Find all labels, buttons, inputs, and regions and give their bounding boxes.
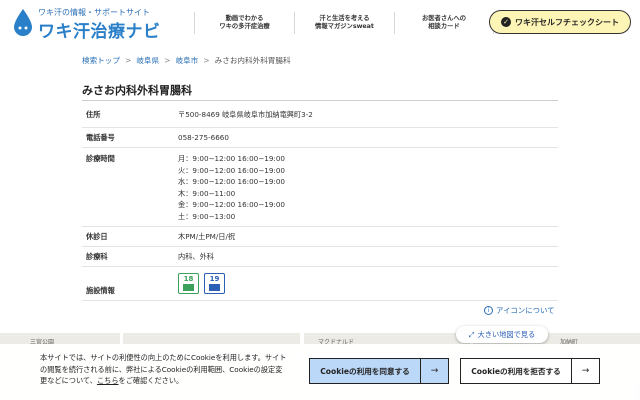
cookie-agree-label: Cookieの利用を同意する [320, 366, 410, 376]
clinic-info-table: 住所 〒500-8469 岐阜県岐阜市加納竜興町3-2 電話番号 058-275… [82, 102, 558, 301]
site-header: ワキ汗の情報・サポートサイト ワキ汗治療ナビ 動画でわかる ワキの多汗症治療 汗と… [0, 0, 640, 44]
hours-item: 水：9:00−12:00 16:00−19:00 [178, 177, 285, 186]
nav-item-magazine[interactable]: 汗と生活を考える 情報マガジンsweat [294, 12, 394, 34]
main-nav: 動画でわかる ワキの多汗症治療 汗と生活を考える 情報マガジンsweat お医者さん… [194, 12, 494, 34]
check-icon: ✓ [501, 17, 511, 27]
cookie-reject-button[interactable]: Cookieの利用を拒否する → [460, 358, 600, 384]
hours-item: 月：9:00−12:00 16:00−19:00 [178, 154, 285, 163]
table-row: 休診日 木PM/土PM/日/祝 [82, 227, 558, 247]
arrow-right-icon: → [420, 359, 448, 383]
address-value: 〒500-8469 岐阜県岐阜市加納竜興町3-2 [178, 109, 313, 119]
nav-item-label: お医者さんへの [421, 14, 467, 22]
nav-item-label: 動画でわかる [225, 14, 264, 22]
hours-item: 木：9:00−11:00 [178, 188, 236, 198]
icon-about-label: アイコンについて [496, 306, 555, 315]
hours-item: 火：9:00−12:00 16:00−19:00 [178, 165, 285, 175]
facility-number: 18 [183, 275, 194, 283]
icon-about-link[interactable]: i アイコンについて [484, 305, 555, 316]
breadcrumb-link-top[interactable]: 検索トップ [82, 56, 120, 65]
facility-19-icon[interactable]: 19 [204, 273, 225, 294]
page-title: みさお内科外科胃腸科 [82, 84, 192, 97]
arrow-right-icon: → [571, 359, 599, 383]
self-check-label: ワキ汗セルフチェックシート [515, 17, 619, 27]
nav-item-label: 相談カード [428, 23, 460, 30]
breadcrumb-current: みさお内科外科胃腸科 [214, 56, 291, 65]
breadcrumb-separator: > [203, 56, 210, 65]
cookie-reject-label: Cookieの利用を拒否する [471, 366, 561, 376]
breadcrumb-link-gifu-city[interactable]: 岐阜市 [176, 56, 199, 65]
self-check-button[interactable]: ✓ ワキ汗セルフチェックシート [489, 10, 631, 34]
phone-label: 電話番号 [86, 132, 115, 142]
phone-value[interactable]: 058-275-6660 [178, 133, 229, 142]
table-row: 電話番号 058-275-6660 [82, 128, 558, 148]
address-label: 住所 [86, 109, 101, 119]
facility-number: 19 [209, 275, 220, 283]
table-row: 診療時間 月：9:00−12:00 16:00−19:00 火：9:00−12:… [82, 148, 558, 227]
cookie-policy-link[interactable]: こちら [97, 376, 119, 385]
title-divider [82, 100, 558, 101]
expand-icon: ⤢ [468, 329, 475, 339]
big-map-button[interactable]: ⤢ 大きい地図で見る [456, 326, 548, 343]
logo-title[interactable]: ワキ汗治療ナビ [38, 17, 161, 42]
facility-label: 施設情報 [86, 285, 115, 295]
nav-item-consult-card[interactable]: お医者さんへの 相談カード [394, 12, 494, 34]
departments-label: 診療科 [86, 251, 108, 261]
water-drop-logo-icon[interactable] [12, 8, 34, 38]
breadcrumb: 検索トップ > 岐阜県 > 岐阜市 > みさお内科外科胃腸科 [82, 55, 291, 66]
big-map-label: 大きい地図で見る [477, 329, 536, 339]
nav-item-label: 情報マガジンsweat [315, 23, 374, 30]
hours-label: 診療時間 [86, 154, 115, 163]
table-row: 診療科 内科、外科 [82, 247, 558, 267]
hours-item: 金：9:00−12:00 16:00−19:00 [178, 200, 285, 209]
cookie-text: 本サイトでは、サイトの利便性の向上のためにCookieを利用します。サイトの閲覧… [40, 352, 288, 387]
table-row: 住所 〒500-8469 岐阜県岐阜市加納竜興町3-2 [82, 102, 558, 128]
facility-18-icon[interactable]: 18 [178, 273, 199, 294]
info-icon: i [484, 306, 493, 315]
departments-value: 内科、外科 [178, 251, 214, 261]
nav-item-video[interactable]: 動画でわかる ワキの多汗症治療 [194, 12, 294, 34]
facility-icons: 18 19 [178, 273, 225, 294]
cookie-text-tail: をご確認ください。 [118, 376, 184, 385]
breadcrumb-separator: > [124, 56, 132, 65]
nav-item-label: 汗と生活を考える [319, 14, 370, 22]
hours-list: 月：9:00−12:00 16:00−19:00 火：9:00−12:00 16… [178, 153, 285, 226]
closed-value: 木PM/土PM/日/祝 [178, 231, 236, 241]
cookie-agree-button[interactable]: Cookieの利用を同意する → [309, 358, 449, 384]
hours-item: 土：9:00−13:00 [178, 211, 236, 221]
breadcrumb-separator: > [164, 56, 171, 65]
closed-label: 休診日 [86, 231, 108, 241]
nav-item-label: ワキの多汗症治療 [219, 23, 270, 30]
breadcrumb-link-gifu-pref[interactable]: 岐阜県 [136, 56, 159, 65]
table-row: 施設情報 18 19 [82, 267, 558, 301]
